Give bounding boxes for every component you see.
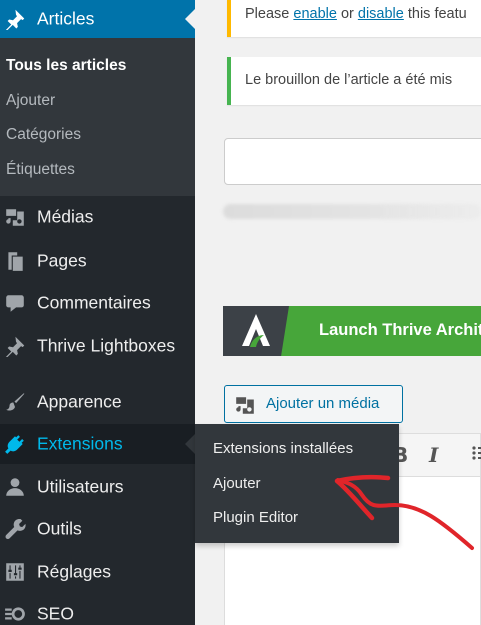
current-menu-arrow [185, 9, 195, 29]
menu-label-pages: Pages [37, 250, 87, 271]
extensions-flyout-menu: Extensions installées Ajouter Plugin Edi… [195, 424, 399, 543]
flyout-installed-extensions[interactable]: Extensions installées [213, 440, 353, 457]
disable-link[interactable]: disable [358, 6, 404, 22]
pushpin-icon [3, 7, 27, 31]
pushpin-icon [3, 334, 27, 358]
launch-thrive-architect-button[interactable]: Launch Thrive Archit [223, 306, 481, 356]
user-icon [3, 475, 27, 499]
menu-label-articles: Articles [37, 8, 95, 29]
success-notice: Le brouillon de l’article a été mis [227, 57, 481, 105]
thrive-logo-icon [223, 306, 289, 356]
wrench-icon [3, 517, 27, 541]
menu-label-thrive-lightboxes: Thrive Lightboxes [37, 335, 176, 356]
menu-item-tools[interactable]: Outils [0, 509, 195, 549]
notice-text-part: Please [245, 6, 294, 22]
thrive-button-label: Launch Thrive Archit [319, 321, 481, 339]
warning-notice: Please enable or disable this featu [227, 0, 481, 37]
menu-label-settings: Réglages [37, 561, 111, 582]
menu-item-users[interactable]: Utilisateurs [0, 467, 195, 507]
submenu-add[interactable]: Ajouter [6, 92, 55, 110]
submenu-all-articles[interactable]: Tous les articles [6, 57, 126, 75]
menu-item-appearance[interactable]: Apparence [0, 382, 195, 422]
menu-label-medias: Médias [37, 206, 94, 227]
warning-notice-text: Please enable or disable this featu [245, 6, 467, 22]
menu-label-users: Utilisateurs [37, 476, 124, 497]
blurred-permalink [223, 204, 481, 219]
articles-submenu: Tous les articles Ajouter Catégories Éti… [0, 38, 195, 196]
media-icon [234, 394, 256, 416]
paintbrush-icon [3, 390, 27, 414]
submenu-tags[interactable]: Étiquettes [6, 161, 75, 179]
menu-item-seo[interactable]: SEO [0, 594, 195, 625]
comment-icon [3, 291, 27, 315]
flyout-plugin-editor[interactable]: Plugin Editor [213, 509, 298, 526]
menu-label-seo: SEO [37, 603, 74, 624]
post-title-input[interactable] [224, 138, 481, 185]
menu-item-settings[interactable]: Réglages [0, 552, 195, 592]
flyout-add-extension[interactable]: Ajouter [213, 475, 261, 492]
menu-label-extensions: Extensions [37, 433, 123, 454]
notice-text-part: this featu [403, 6, 467, 22]
add-media-button[interactable]: Ajouter un média [224, 385, 403, 423]
settings-icon [3, 560, 27, 584]
seo-icon [3, 602, 27, 625]
menu-item-medias[interactable]: Médias [0, 197, 195, 237]
pages-icon [3, 249, 27, 273]
menu-item-articles[interactable]: Articles [0, 0, 195, 38]
add-media-label: Ajouter un média [266, 395, 380, 412]
hover-menu-arrow [185, 434, 195, 454]
menu-item-extensions[interactable]: Extensions [0, 424, 195, 464]
notice-text-part: or [336, 6, 358, 22]
plugin-icon [3, 432, 27, 456]
italic-button[interactable]: I [429, 443, 438, 467]
admin-sidebar: Articles Tous les articles Ajouter Catég… [0, 0, 195, 625]
enable-link[interactable]: enable [293, 6, 337, 22]
menu-label-appearance: Apparence [37, 391, 122, 412]
menu-item-thrive-lightboxes[interactable]: Thrive Lightboxes [0, 326, 195, 366]
menu-label-comments: Commentaires [37, 292, 151, 313]
media-icon [3, 205, 27, 229]
bullet-list-icon[interactable] [471, 443, 481, 468]
submenu-categories[interactable]: Catégories [6, 126, 81, 144]
menu-item-comments[interactable]: Commentaires [0, 283, 195, 323]
menu-item-pages[interactable]: Pages [0, 241, 195, 281]
success-notice-text: Le brouillon de l’article a été mis [245, 72, 453, 88]
menu-label-tools: Outils [37, 518, 82, 539]
